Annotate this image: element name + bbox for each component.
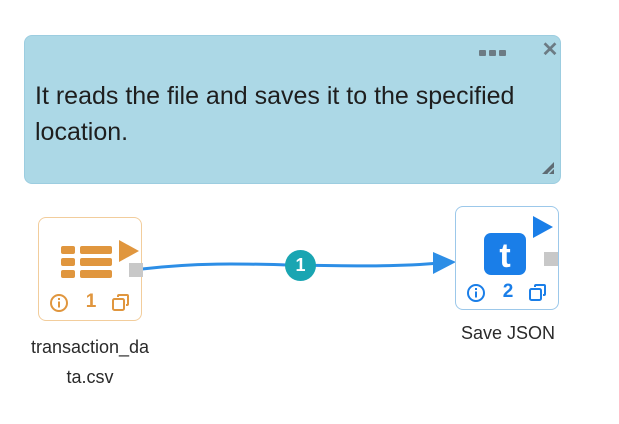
node-footer: 1 xyxy=(39,291,141,315)
node-label[interactable]: transaction_da ta.csv xyxy=(8,332,172,392)
output-port[interactable] xyxy=(544,252,558,266)
table-file-icon xyxy=(61,240,139,278)
svg-text:t: t xyxy=(499,237,510,275)
ellipsis-icon[interactable] xyxy=(479,46,513,60)
t-letter-icon: t xyxy=(484,233,526,275)
node-count: 1 xyxy=(85,291,97,312)
node-label[interactable]: Save JSON xyxy=(428,318,588,348)
note-text[interactable]: It reads the file and saves it to the sp… xyxy=(35,78,555,150)
info-icon[interactable] xyxy=(49,293,69,313)
connection-badge[interactable]: 1 xyxy=(285,250,316,281)
sticky-note[interactable]: ✕ It reads the file and saves it to the … xyxy=(24,35,561,184)
csv-reader-node[interactable]: 1 xyxy=(38,217,143,321)
info-icon[interactable] xyxy=(466,283,486,303)
save-json-node[interactable]: t 2 xyxy=(455,206,559,310)
copy-icon[interactable] xyxy=(528,283,548,303)
close-icon[interactable]: ✕ xyxy=(541,40,559,60)
play-icon xyxy=(119,240,139,262)
play-icon[interactable] xyxy=(532,215,554,239)
copy-icon[interactable] xyxy=(111,293,131,313)
node-count: 2 xyxy=(502,281,514,302)
resize-handle-icon[interactable] xyxy=(539,159,555,175)
output-port[interactable] xyxy=(129,263,143,277)
node-footer: 2 xyxy=(456,281,558,305)
